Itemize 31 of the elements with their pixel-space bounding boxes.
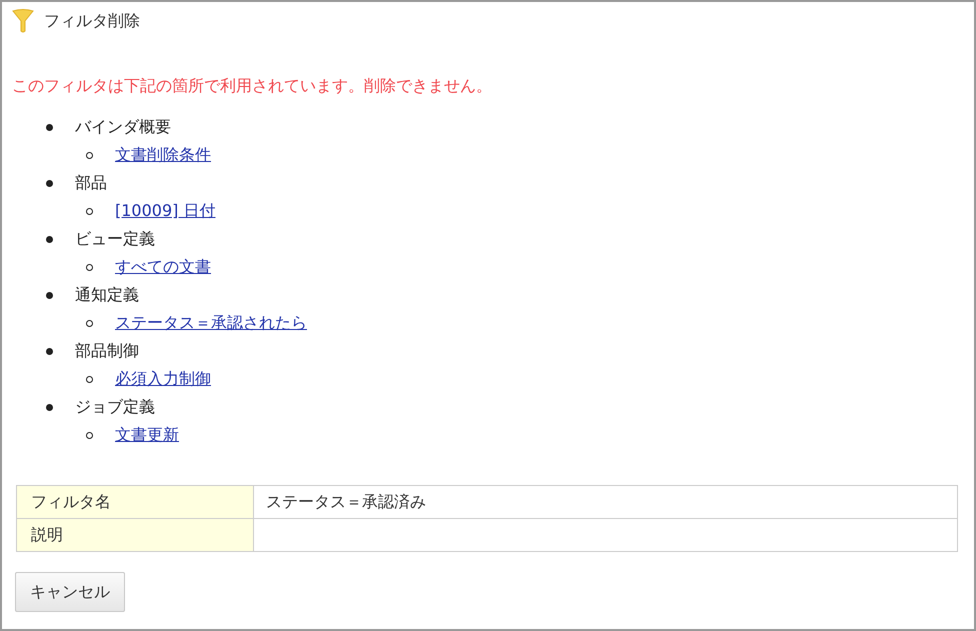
usage-category: ジョブ定義 — [75, 396, 155, 418]
bullet-icon — [46, 236, 53, 242]
error-message: このフィルタは下記の箇所で利用されています。削除できません。 — [12, 76, 493, 97]
bullet-icon — [86, 208, 93, 214]
usage-category: 通知定義 — [75, 284, 139, 306]
bullet-icon — [46, 404, 53, 410]
bullet-icon — [86, 320, 93, 326]
field-label: 説明 — [16, 518, 254, 552]
usage-category: 部品制御 — [75, 340, 139, 362]
usage-category: バインダ概要 — [75, 116, 171, 138]
bullet-icon — [46, 180, 53, 186]
bullet-icon — [86, 376, 93, 382]
bullet-icon — [86, 152, 93, 158]
field-value: ステータス＝承認済み — [254, 486, 958, 518]
usage-category: ビュー定義 — [75, 228, 155, 250]
bullet-icon — [46, 292, 53, 298]
bullet-icon — [46, 348, 53, 354]
usage-link[interactable]: 必須入力制御 — [115, 368, 211, 390]
bullet-icon — [86, 264, 93, 270]
usage-link[interactable]: [10009] 日付 — [115, 200, 216, 222]
bullet-icon — [86, 432, 93, 438]
filter-icon — [12, 9, 34, 33]
cancel-button[interactable]: キャンセル — [15, 572, 125, 612]
usage-category: 部品 — [75, 172, 107, 194]
usage-link[interactable]: ステータス＝承認されたら — [115, 312, 307, 334]
field-label: フィルタ名 — [16, 486, 254, 518]
page-title: フィルタ削除 — [44, 10, 140, 32]
usage-link[interactable]: 文書更新 — [115, 424, 179, 446]
usage-link[interactable]: 文書削除条件 — [115, 144, 211, 166]
bullet-icon — [46, 124, 53, 130]
usage-link[interactable]: すべての文書 — [115, 256, 211, 278]
